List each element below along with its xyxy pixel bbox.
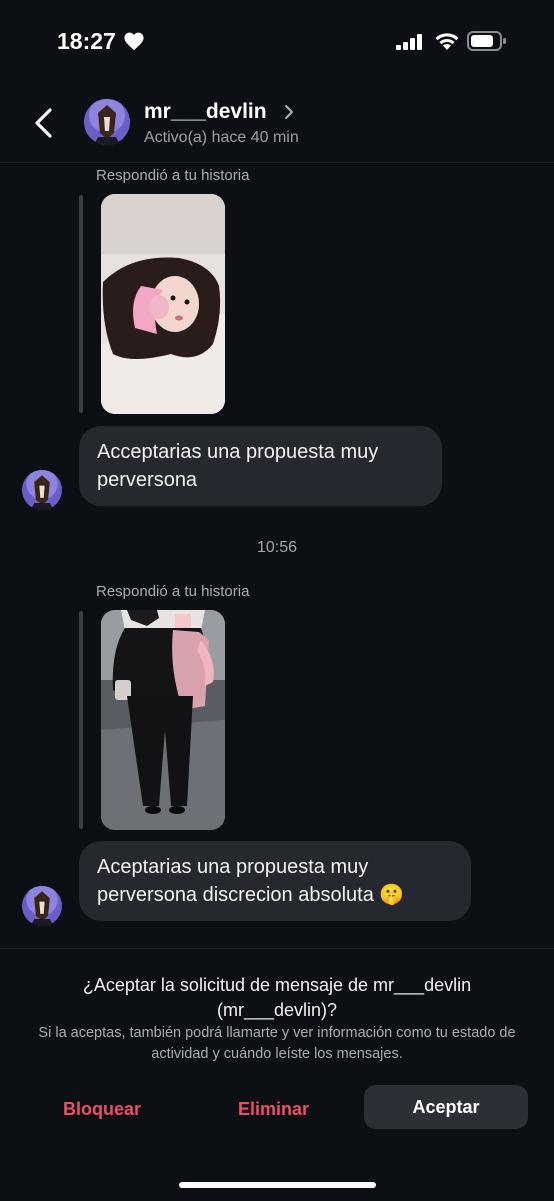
sender-avatar[interactable] [22,886,62,926]
quote-bar [79,195,83,413]
delete-button[interactable]: Eliminar [238,1099,309,1120]
wifi-icon [435,33,459,50]
status-bar: 18:27 [0,0,554,80]
message-bubble[interactable]: Aceptarias una propuesta muy perversona … [79,841,471,921]
home-indicator[interactable] [179,1182,376,1188]
message-request-panel: ¿Aceptar la solicitud de mensaje de mr__… [0,948,554,1201]
battery-icon [467,31,506,51]
story-thumbnail[interactable] [101,610,225,830]
chat-header: mr___devlin Activo(a) hace 40 min [0,86,554,163]
block-button[interactable]: Bloquear [63,1099,141,1120]
story-thumbnail[interactable] [101,194,225,414]
message-timestamp: 10:56 [256,539,298,556]
story-reply-label: Respondió a tu historia [96,583,250,600]
message-bubble[interactable]: Acceptarias una propuesta muy perversona [79,426,442,506]
status-time: 18:27 [57,28,116,54]
request-description: Si la aceptas, también podrá llamarte y … [38,1025,516,1062]
profile-avatar[interactable] [84,99,130,145]
cellular-signal-icon [396,34,422,50]
chevron-right-icon[interactable] [284,104,294,120]
accept-button[interactable]: Aceptar [364,1085,528,1129]
chat-username[interactable]: mr___devlin [144,100,267,124]
sender-avatar[interactable] [22,470,62,510]
story-reply-label: Respondió a tu historia [96,167,250,184]
request-title: ¿Aceptar la solicitud de mensaje de mr__… [82,975,472,1020]
quote-bar [79,611,83,829]
activity-status: Activo(a) hace 40 min [144,129,299,146]
back-arrow-icon[interactable] [32,107,54,139]
heart-icon [124,32,144,51]
